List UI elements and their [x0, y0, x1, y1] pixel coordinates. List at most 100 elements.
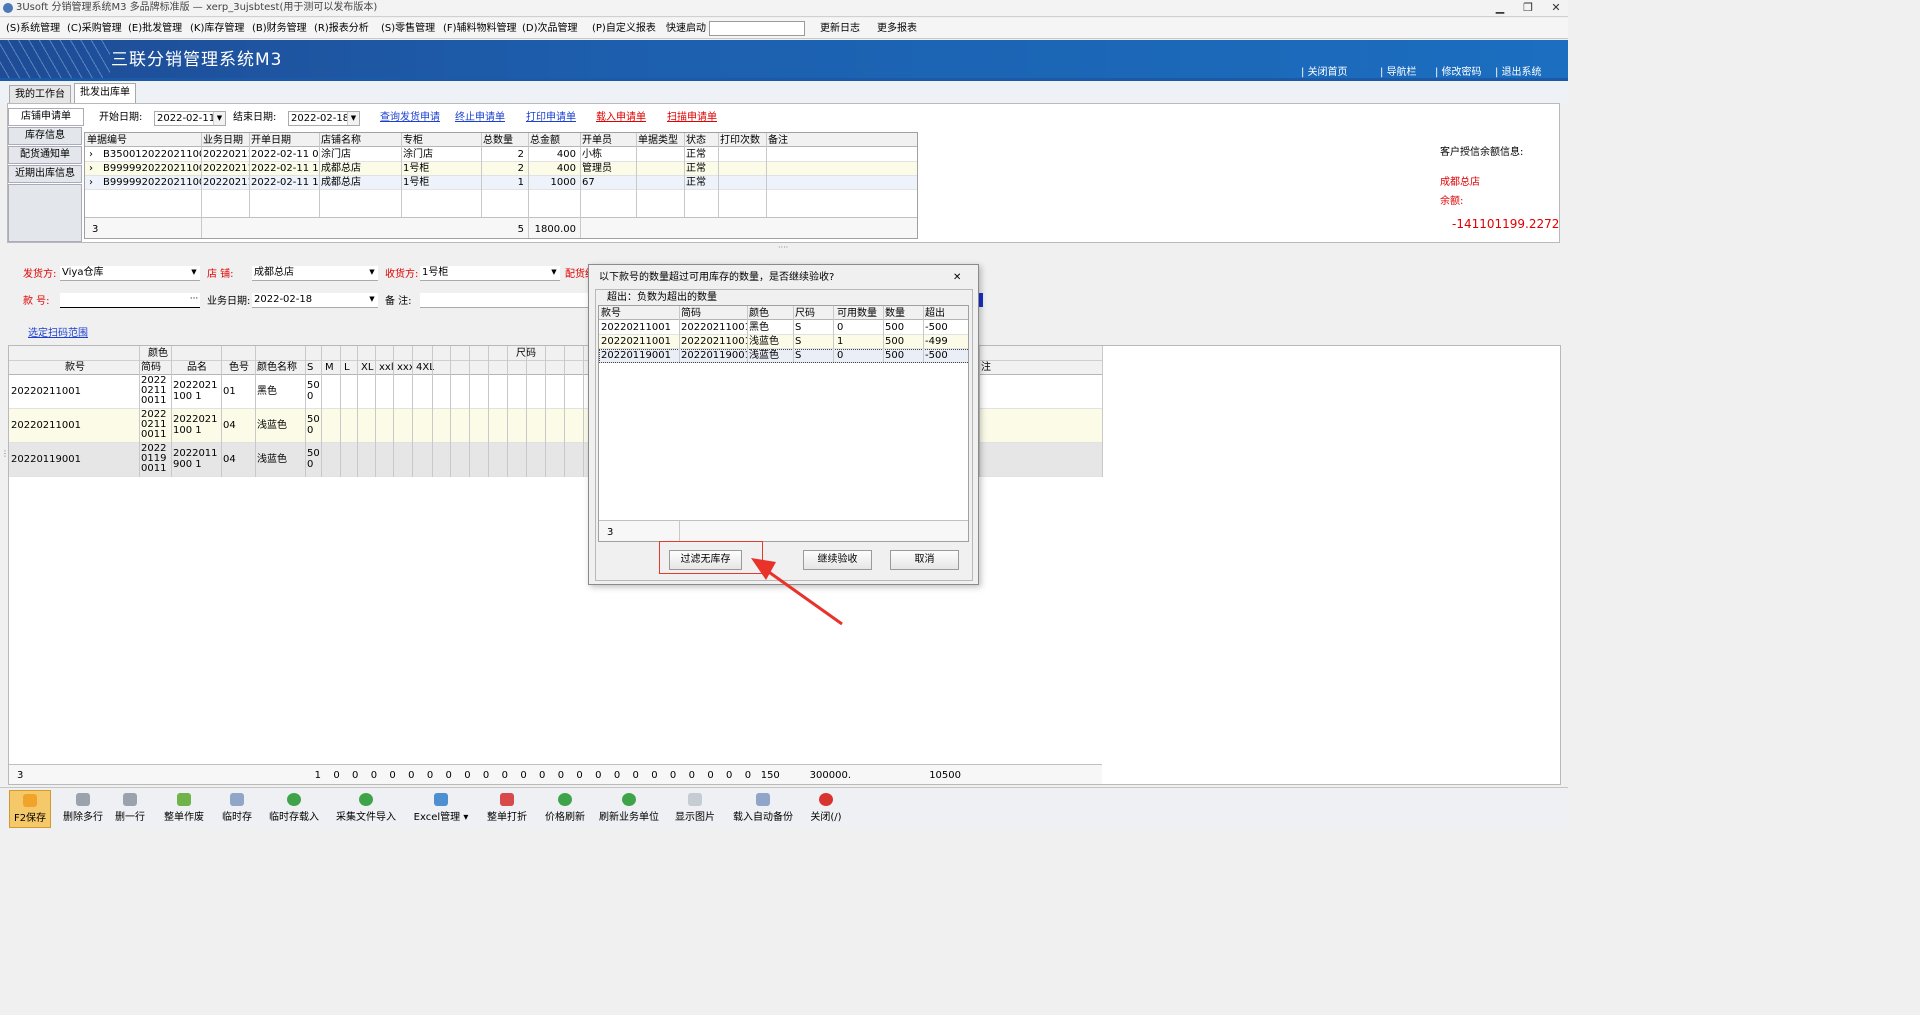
col-exceed-style[interactable]: 款号 [599, 307, 679, 320]
minimize-button[interactable]: ▁ [1486, 0, 1514, 16]
menu-update-log[interactable]: 更新日志 [820, 22, 860, 35]
scan-request-link[interactable]: 扫描申请单 [667, 112, 717, 124]
side-tab-shop-request[interactable]: 店铺申请单 [8, 108, 84, 126]
load-temp-button[interactable]: 临时存载入 [264, 790, 324, 828]
col-note[interactable]: 注 [979, 361, 999, 374]
col-operator[interactable]: 开单员 [580, 134, 636, 147]
col-size-s[interactable]: S [305, 361, 319, 374]
excel-manage-button[interactable]: Excel管理 ▾ [410, 790, 472, 828]
discount-button[interactable]: 整单打折 [482, 790, 532, 828]
table-row[interactable]: › B35001202202110001 20220211 2022-02-11… [85, 148, 917, 162]
col-exceed-over[interactable]: 超出 [923, 307, 968, 320]
col-exceed-available[interactable]: 可用数量 [835, 307, 883, 320]
refresh-partner-button[interactable]: 刷新业务单位 [596, 790, 662, 828]
row-expand-icon[interactable]: › [87, 148, 101, 161]
remark-input[interactable] [420, 293, 588, 308]
col-color-name[interactable]: 颜色名称 [255, 361, 305, 374]
sender-select[interactable]: Viya仓库 ▼ [60, 266, 200, 281]
receiver-select[interactable]: 1号柜 ▼ [420, 266, 560, 281]
col-total-amount[interactable]: 总金额 [528, 134, 580, 147]
end-date-picker[interactable]: 2022-02-18 ▼ [288, 111, 360, 126]
print-request-link[interactable]: 打印申请单 [526, 112, 576, 124]
menu-wholesale[interactable]: (E)批发管理 [128, 22, 182, 35]
col-style-no[interactable]: 款号 [9, 361, 139, 374]
col-shop-name[interactable]: 店铺名称 [319, 134, 401, 147]
col-short-code[interactable]: 简码 [139, 361, 171, 374]
table-row[interactable]: 20220211001 20220211001 浅蓝色 S 1 500 -499 [599, 335, 968, 349]
dropdown-arrow-icon[interactable]: ▼ [213, 112, 225, 125]
dropdown-arrow-icon[interactable]: ▼ [347, 112, 359, 125]
start-date-picker[interactable]: 2022-02-11 ▼ [154, 111, 226, 126]
col-total-qty[interactable]: 总数量 [481, 134, 528, 147]
side-splitter-grip-icon[interactable]: ⋮ [1, 450, 9, 461]
terminate-request-link[interactable]: 终止申请单 [455, 112, 505, 124]
col-size-4xl[interactable]: 4XL [414, 361, 434, 374]
col-exceed-code[interactable]: 简码 [679, 307, 747, 320]
col-size-m[interactable]: M [323, 361, 337, 374]
col-exceed-color[interactable]: 颜色 [747, 307, 793, 320]
menu-more-reports[interactable]: 更多报表 [877, 22, 917, 35]
menu-finance[interactable]: (B)财务管理 [252, 22, 307, 35]
dropdown-arrow-icon[interactable]: ▼ [188, 266, 200, 279]
col-size-xxx[interactable]: xxx [395, 361, 413, 374]
dropdown-arrow-icon[interactable]: ▼ [366, 293, 378, 306]
col-remark[interactable]: 备注 [766, 134, 826, 147]
quick-start-input[interactable] [709, 21, 805, 36]
menu-custom-reports[interactable]: (P)自定义报表 [592, 22, 656, 35]
close-window-button[interactable]: ✕ [1542, 0, 1568, 16]
temp-save-button[interactable]: 临时存 [218, 790, 256, 828]
biz-date-picker[interactable]: 2022-02-18 ▼ [252, 293, 378, 308]
row-expand-icon[interactable]: › [87, 162, 101, 175]
cell-size-s[interactable]: 500 [305, 448, 321, 470]
col-open-date[interactable]: 开单日期 [249, 134, 319, 147]
show-image-button[interactable]: 显示图片 [672, 790, 718, 828]
delete-row-button[interactable]: 删一行 [110, 790, 150, 828]
load-backup-button[interactable]: 载入自动备份 [730, 790, 796, 828]
menu-materials[interactable]: (F)辅料物料管理 [443, 22, 517, 35]
col-size-l[interactable]: L [342, 361, 356, 374]
cancel-button[interactable]: 取消 [890, 550, 959, 570]
style-input[interactable]: ··· [60, 293, 200, 308]
load-request-link[interactable]: 载入申请单 [596, 112, 646, 124]
save-button[interactable]: F2保存 [9, 790, 51, 828]
tab-wholesale-outbound[interactable]: 批发出库单 [74, 83, 136, 104]
col-product-name[interactable]: 品名 [171, 361, 221, 374]
cell-size-s[interactable]: 500 [305, 380, 321, 402]
ellipsis-icon[interactable]: ··· [188, 293, 200, 306]
menu-retail[interactable]: (S)零售管理 [381, 22, 435, 35]
void-document-button[interactable]: 整单作废 [158, 790, 210, 828]
query-request-link[interactable]: 查询发货申请 [380, 112, 440, 124]
dialog-close-icon[interactable]: ✕ [951, 271, 967, 284]
col-doc-no[interactable]: 单据编号 [85, 134, 201, 147]
menu-purchase[interactable]: (C)采购管理 [67, 22, 122, 35]
col-color-no[interactable]: 色号 [221, 361, 255, 374]
col-exceed-size[interactable]: 尺码 [793, 307, 833, 320]
table-row[interactable]: › B99999202202110001 20220211 2022-02-11… [85, 162, 917, 176]
shop-select[interactable]: 成都总店 ▼ [252, 266, 378, 281]
col-print-count[interactable]: 打印次数 [718, 134, 766, 147]
table-row[interactable]: 20220211001 20220211001 黑色 S 0 500 -500 [599, 321, 968, 335]
col-counter[interactable]: 专柜 [401, 134, 481, 147]
filter-no-stock-button[interactable]: 过滤无库存 [669, 550, 742, 570]
tab-workbench[interactable]: 我的工作台 [9, 85, 71, 104]
menu-defects[interactable]: (D)次品管理 [522, 22, 578, 35]
dropdown-arrow-icon[interactable]: ▼ [548, 266, 560, 279]
refresh-price-button[interactable]: 价格刷新 [540, 790, 590, 828]
col-exceed-qty[interactable]: 数量 [883, 307, 923, 320]
import-file-button[interactable]: 采集文件导入 [332, 790, 400, 828]
side-tab-recent-outbound[interactable]: 近期出库信息 [8, 165, 82, 183]
table-row-selected[interactable]: 20220119001 20220119001 浅蓝色 S 0 500 -500 [599, 349, 968, 363]
row-expand-icon[interactable]: › [87, 176, 101, 189]
table-row[interactable]: › B99999202202110002 20220211 2022-02-11… [85, 176, 917, 190]
dropdown-arrow-icon[interactable]: ▼ [366, 266, 378, 279]
menu-system[interactable]: (S)系统管理 [6, 22, 60, 35]
continue-receive-button[interactable]: 继续验收 [803, 550, 872, 570]
col-doc-type[interactable]: 单据类型 [636, 134, 684, 147]
menu-reports[interactable]: (R)报表分析 [314, 22, 369, 35]
side-tab-allocation-notice[interactable]: 配货通知单 [8, 146, 82, 164]
restore-button[interactable]: ❐ [1514, 0, 1542, 16]
cell-size-s[interactable]: 500 [305, 414, 321, 436]
menu-inventory[interactable]: (K)库存管理 [190, 22, 244, 35]
col-status[interactable]: 状态 [684, 134, 718, 147]
close-document-button[interactable]: 关闭(/) [806, 790, 846, 828]
